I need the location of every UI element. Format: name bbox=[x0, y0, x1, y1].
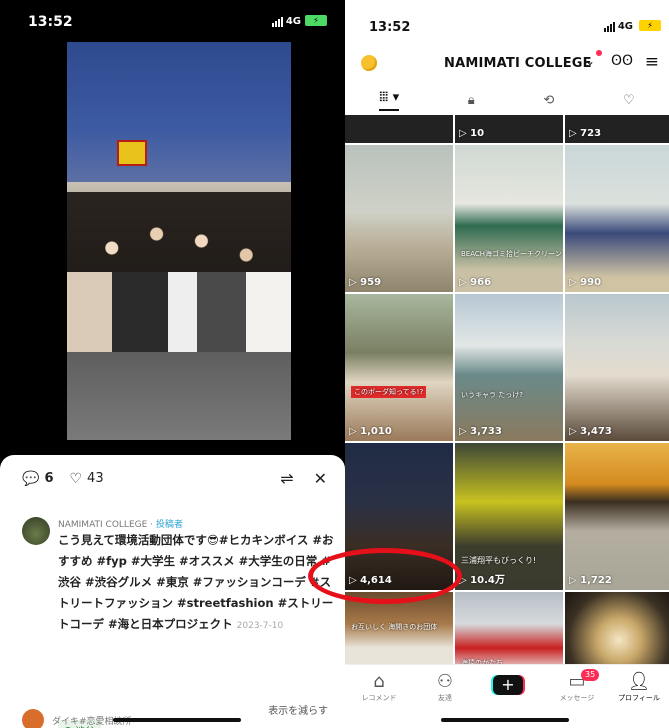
video-tile[interactable]: ▷ 959 bbox=[345, 145, 453, 292]
signal-indicator: 4G bbox=[603, 21, 633, 32]
profile-title[interactable]: NAMIMATI COLLEGE bbox=[444, 56, 592, 71]
status-time: 13:52 bbox=[369, 20, 411, 35]
video-tile[interactable] bbox=[345, 115, 453, 143]
home-icon: ⌂ bbox=[373, 671, 385, 692]
video-store-sign bbox=[117, 140, 147, 166]
play-count: ▷ 3,473 bbox=[569, 426, 612, 437]
comments-sheet: 💬 6 ♡ 43 ⇌ ✕ NAMIMATI COLLEGE · 投稿者 こう見えて環… bbox=[0, 455, 345, 728]
video-tile[interactable]: ▷ 1,722 bbox=[565, 443, 669, 590]
status-time: 13:52 bbox=[28, 14, 73, 30]
battery-icon: ⚡ bbox=[639, 20, 661, 31]
avatar[interactable] bbox=[22, 709, 44, 728]
highlight-circle bbox=[308, 548, 462, 604]
play-count: ▷ 1,010 bbox=[349, 426, 392, 437]
video-tile[interactable]: 海猿のかたち bbox=[455, 592, 563, 672]
grid-icon: ⦙⦙⦙ ▾ bbox=[379, 89, 400, 105]
video-tile[interactable]: ▷ 3,473 bbox=[565, 294, 669, 441]
play-count: ▷ 966 bbox=[459, 277, 492, 288]
menu-icon[interactable]: ≡ bbox=[645, 52, 659, 72]
video-steps bbox=[67, 352, 291, 440]
close-icon[interactable]: ✕ bbox=[314, 469, 327, 488]
video-tile[interactable]: いうキャラ たっけ? ▷ 3,733 bbox=[455, 294, 563, 441]
tile-caption: 三浦翔平もびっくり! bbox=[461, 556, 537, 565]
signal-bars-icon bbox=[271, 16, 283, 27]
video-tile[interactable] bbox=[565, 592, 669, 672]
play-count: ▷ 723 bbox=[569, 128, 602, 139]
status-bar: 13:52 4G ⚡ bbox=[0, 0, 345, 40]
play-count: ▷ 10.4万 bbox=[459, 575, 505, 586]
coin-icon[interactable] bbox=[361, 55, 377, 71]
screen: 13:52 4G ⚡ 💬 6 ♡ 43 ⇌ ✕ NAMIMATI COLLEGE… bbox=[0, 0, 669, 728]
friends-icon: ⚇ bbox=[436, 671, 454, 692]
nav-profile[interactable]: 👤︎ プロフィール bbox=[607, 671, 669, 703]
comments-header: 💬 6 ♡ 43 bbox=[22, 471, 104, 486]
network-label: 4G bbox=[617, 21, 633, 32]
comment-text: こう見えて環境活動団体です😎#ヒカキンボイス #おすすめ #fyp #大学生 #… bbox=[58, 533, 334, 631]
profile-tabs: ⦙⦙⦙ ▾ 🔒︎ ⟲ ♡ bbox=[345, 86, 669, 114]
comment-author[interactable]: NAMIMATI COLLEGE · 投稿者 bbox=[58, 517, 183, 530]
nav-home[interactable]: ⌂ レコメンド bbox=[347, 671, 411, 703]
battery-icon: ⚡ bbox=[305, 15, 327, 26]
tile-caption: お互いしく 海開きのお団体 bbox=[351, 623, 438, 631]
comment-count[interactable]: 💬 6 bbox=[22, 471, 53, 486]
plus-icon: + bbox=[501, 675, 515, 694]
signal-bars-icon bbox=[603, 21, 615, 32]
show-less-link[interactable]: 表示を減らす bbox=[268, 702, 328, 717]
play-count: ▷ 10 bbox=[459, 128, 485, 139]
home-indicator bbox=[441, 718, 569, 722]
comments-tools: ⇌ ✕ bbox=[280, 469, 327, 488]
tab-private[interactable]: 🔒︎ bbox=[468, 93, 475, 108]
video-tile[interactable]: ▷ 990 bbox=[565, 145, 669, 292]
chevron-down-icon[interactable]: ⌄ bbox=[585, 54, 595, 68]
profile-header: NAMIMATI COLLEGE ⌄ ʘʘ ≡ bbox=[345, 48, 669, 80]
play-count: ▷ 959 bbox=[349, 277, 382, 288]
lock-icon: 🔒︎ bbox=[467, 92, 475, 108]
nav-inbox[interactable]: ▭ 35 メッセージ bbox=[545, 669, 609, 703]
notification-dot bbox=[596, 50, 602, 56]
nav-friends[interactable]: ⚇ 友達 bbox=[413, 671, 477, 703]
tab-videos[interactable]: ⦙⦙⦙ ▾ bbox=[379, 89, 400, 111]
tile-caption: BEACH海ゴミ拾ビーチクリーン bbox=[461, 250, 562, 258]
tab-reposts[interactable]: ⟲ bbox=[543, 93, 554, 108]
signal-indicator: 4G bbox=[271, 16, 301, 27]
video-tile[interactable]: お互いしく 海開きのお団体 bbox=[345, 592, 453, 672]
inbox-badge: 35 bbox=[581, 669, 600, 681]
tile-caption: このボーダ知ってる!? bbox=[351, 386, 427, 398]
play-count: ▷ 1,722 bbox=[569, 575, 612, 586]
video-tile[interactable]: ▷ 723 bbox=[565, 115, 669, 143]
video-comment-screen: 13:52 4G ⚡ 💬 6 ♡ 43 ⇌ ✕ NAMIMATI COLLEGE… bbox=[0, 0, 345, 728]
comment-bubble-icon: 💬 bbox=[22, 470, 40, 487]
avatar[interactable] bbox=[22, 517, 50, 545]
home-indicator bbox=[113, 718, 241, 722]
network-label: 4G bbox=[285, 16, 301, 27]
filter-icon[interactable]: ⇌ bbox=[280, 469, 293, 488]
profile-icon: 👤︎ bbox=[627, 671, 651, 692]
like-count[interactable]: ♡ 43 bbox=[69, 471, 103, 486]
video-tile[interactable]: ▷ 10 bbox=[455, 115, 563, 143]
play-count: ▷ 3,733 bbox=[459, 426, 502, 437]
video-tile[interactable]: BEACH海ゴミ拾ビーチクリーン ▷ 966 bbox=[455, 145, 563, 292]
tab-liked[interactable]: ♡ bbox=[623, 93, 635, 108]
create-button[interactable]: + bbox=[493, 675, 523, 695]
profile-screen: 13:52 4G ⚡ NAMIMATI COLLEGE ⌄ ʘʘ ≡ ⦙⦙⦙ ▾… bbox=[345, 0, 669, 728]
video-tile[interactable]: 三浦翔平もびっくり! ▷ 10.4万 bbox=[455, 443, 563, 590]
video-front-row bbox=[67, 272, 291, 352]
author-tag: 投稿者 bbox=[155, 520, 183, 530]
video-player[interactable] bbox=[67, 42, 291, 440]
comment-date: 2023-7-10 bbox=[236, 621, 284, 631]
footprint-icon[interactable]: ʘʘ bbox=[611, 53, 633, 69]
inbox-icon: ▭ bbox=[568, 671, 586, 692]
heart-icon: ♡ bbox=[622, 92, 635, 108]
video-tile[interactable]: このボーダ知ってる!? ▷ 1,010 bbox=[345, 294, 453, 441]
repost-icon: ⟲ bbox=[543, 92, 555, 108]
tile-caption: いうキャラ たっけ? bbox=[461, 391, 523, 399]
heart-icon: ♡ bbox=[69, 470, 83, 487]
play-count: ▷ 990 bbox=[569, 277, 602, 288]
